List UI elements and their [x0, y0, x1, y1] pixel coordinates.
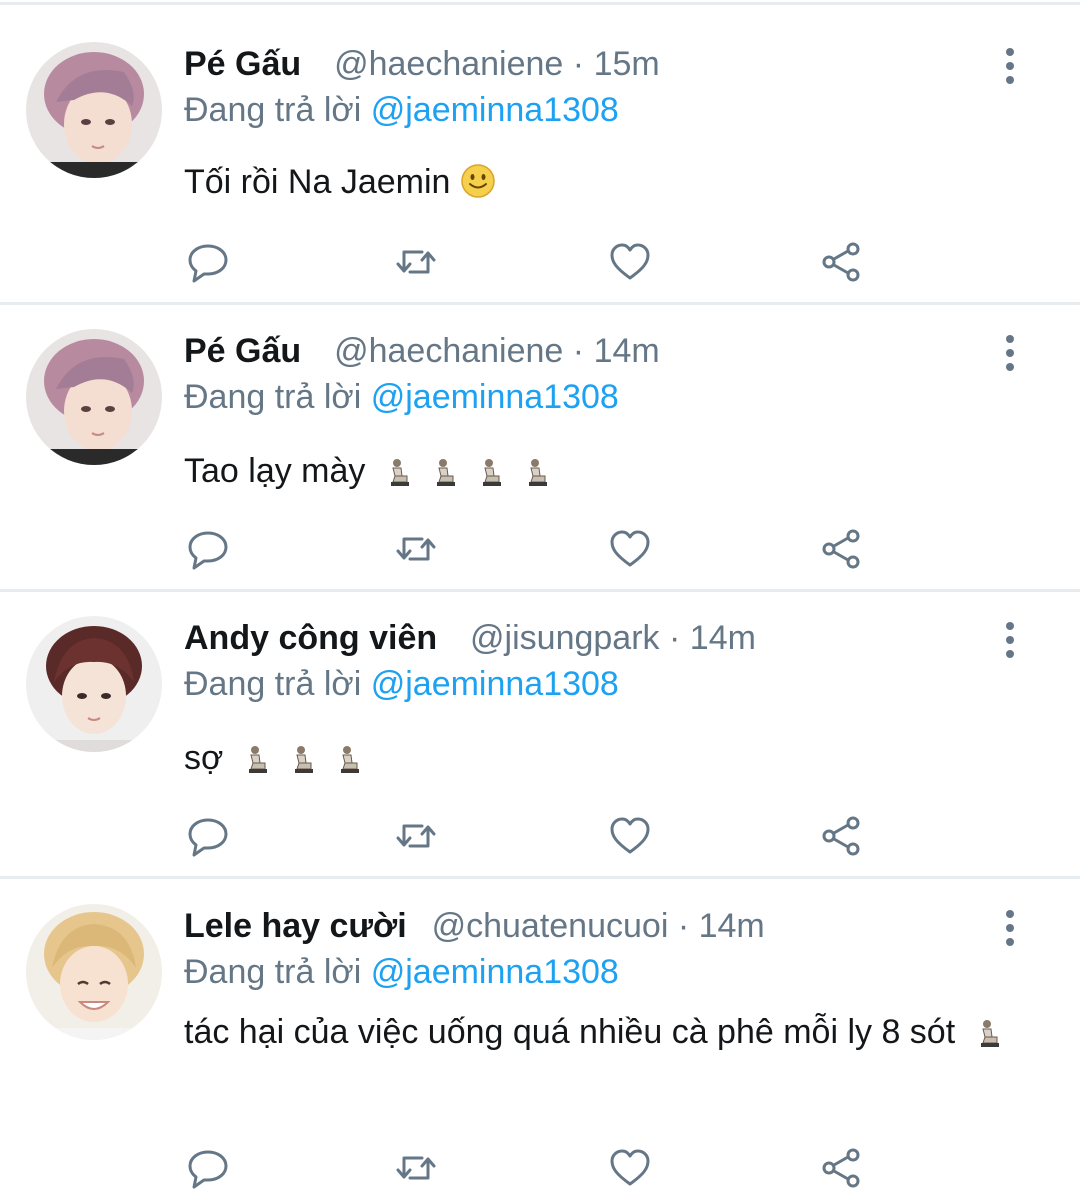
replying-to: Đang trả lời @jaeminna1308 — [184, 950, 619, 994]
reply-feed: Pé Gấu @haechaniene · 15m Đang trả lời @… — [0, 0, 1080, 1202]
kneeling-person-emoji-icon — [387, 449, 413, 505]
retweet-icon[interactable] — [394, 527, 438, 571]
display-name[interactable]: Pé Gấu — [184, 45, 301, 83]
action-bar — [184, 527, 884, 571]
more-vertical-icon[interactable] — [1000, 329, 1020, 373]
smiling-face-emoji-icon — [460, 160, 496, 216]
retweet-icon[interactable] — [394, 1146, 438, 1190]
user-handle[interactable]: @chuatenucuoi — [432, 907, 669, 945]
tweet-text-content: Tao lạy mày — [184, 452, 366, 490]
replying-label: Đang trả lời — [184, 953, 362, 991]
action-bar — [184, 1146, 884, 1190]
reply-bubble-icon[interactable] — [186, 527, 230, 571]
tweet-item[interactable]: Pé Gấu @haechaniene · 14m Đang trả lời @… — [0, 327, 1080, 577]
more-vertical-icon[interactable] — [1000, 616, 1020, 660]
separator-dot: · — [669, 619, 681, 657]
reply-mention-link[interactable]: @jaeminna1308 — [371, 953, 619, 991]
kneeling-person-emoji-icon — [245, 736, 271, 792]
tweet-header: Pé Gấu @haechaniene · 14m — [184, 329, 660, 373]
reply-bubble-icon[interactable] — [186, 1146, 230, 1190]
divider — [0, 302, 1080, 305]
user-handle[interactable]: @haechaniene — [334, 45, 563, 83]
timestamp[interactable]: 15m — [594, 45, 660, 83]
separator-dot: · — [677, 907, 690, 945]
kneeling-emoji-group — [233, 739, 363, 777]
heart-icon[interactable] — [608, 1146, 652, 1190]
avatar[interactable] — [26, 42, 162, 178]
avatar[interactable] — [26, 904, 162, 1040]
tweet-text: sợ — [184, 730, 1044, 792]
heart-icon[interactable] — [608, 527, 652, 571]
kneeling-person-emoji-icon — [433, 449, 459, 505]
retweet-icon[interactable] — [394, 240, 438, 284]
replying-to: Đang trả lời @jaeminna1308 — [184, 662, 619, 706]
kneeling-emoji-group — [375, 452, 551, 490]
share-icon[interactable] — [820, 527, 864, 571]
kneeling-emoji-group — [965, 1013, 1003, 1051]
share-icon[interactable] — [820, 1146, 864, 1190]
divider — [0, 2, 1080, 5]
share-icon[interactable] — [820, 814, 864, 858]
replying-to: Đang trả lời @jaeminna1308 — [184, 375, 619, 419]
reply-mention-link[interactable]: @jaeminna1308 — [371, 665, 619, 703]
separator-dot: · — [572, 45, 585, 83]
tweet-item[interactable]: Lele hay cười @chuatenucuoi · 14m Đang t… — [0, 902, 1080, 1202]
heart-icon[interactable] — [608, 814, 652, 858]
tweet-header: Lele hay cười @chuatenucuoi · 14m — [184, 904, 765, 948]
tweet-text: Tối rồi Na Jaemin — [184, 154, 1044, 216]
separator-dot: · — [572, 332, 585, 370]
display-name[interactable]: Pé Gấu — [184, 332, 301, 370]
timestamp[interactable]: 14m — [594, 332, 660, 370]
share-icon[interactable] — [820, 240, 864, 284]
kneeling-person-emoji-icon — [291, 736, 317, 792]
replying-label: Đang trả lời — [184, 378, 362, 416]
action-bar — [184, 240, 884, 284]
timestamp[interactable]: 14m — [699, 907, 765, 945]
action-bar — [184, 814, 884, 858]
tweet-text-content: tác hại của việc uống quá nhiều cà phê m… — [184, 1013, 956, 1051]
display-name[interactable]: Andy công viên — [184, 619, 437, 657]
replying-label: Đang trả lời — [184, 665, 362, 703]
kneeling-person-emoji-icon — [977, 1010, 1003, 1066]
avatar[interactable] — [26, 329, 162, 465]
timestamp[interactable]: 14m — [690, 619, 756, 657]
replying-label: Đang trả lời — [184, 91, 362, 129]
reply-mention-link[interactable]: @jaeminna1308 — [371, 91, 619, 129]
kneeling-person-emoji-icon — [479, 449, 505, 505]
reply-bubble-icon[interactable] — [186, 814, 230, 858]
tweet-header: Andy công viên @jisungpark · 14m — [184, 616, 756, 660]
avatar[interactable] — [26, 616, 162, 752]
kneeling-person-emoji-icon — [337, 736, 363, 792]
display-name[interactable]: Lele hay cười — [184, 907, 407, 945]
tweet-text: tác hại của việc uống quá nhiều cà phê m… — [184, 1004, 1044, 1066]
reply-bubble-icon[interactable] — [186, 240, 230, 284]
tweet-item[interactable]: Andy công viên @jisungpark · 14m Đang tr… — [0, 614, 1080, 864]
tweet-text: Tao lạy mày — [184, 443, 1044, 505]
more-vertical-icon[interactable] — [1000, 42, 1020, 86]
tweet-header: Pé Gấu @haechaniene · 15m — [184, 42, 660, 86]
replying-to: Đang trả lời @jaeminna1308 — [184, 88, 619, 132]
kneeling-person-emoji-icon — [525, 449, 551, 505]
tweet-item[interactable]: Pé Gấu @haechaniene · 15m Đang trả lời @… — [0, 40, 1080, 290]
more-vertical-icon[interactable] — [1000, 904, 1020, 948]
divider — [0, 876, 1080, 879]
tweet-text-content: sợ — [184, 739, 224, 777]
divider — [0, 589, 1080, 592]
tweet-text-content: Tối rồi Na Jaemin — [184, 163, 451, 201]
user-handle[interactable]: @jisungpark — [470, 619, 660, 657]
heart-icon[interactable] — [608, 240, 652, 284]
reply-mention-link[interactable]: @jaeminna1308 — [371, 378, 619, 416]
user-handle[interactable]: @haechaniene — [334, 332, 563, 370]
retweet-icon[interactable] — [394, 814, 438, 858]
